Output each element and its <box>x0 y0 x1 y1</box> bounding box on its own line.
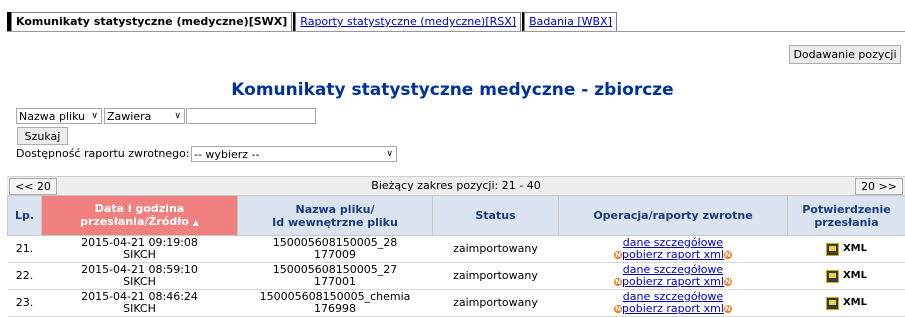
header-operations: Operacja/raporty zwrotne <box>558 195 788 236</box>
row-date-source: 2015-04-21 08:59:10 SIKCH <box>41 262 238 290</box>
row-lp: 22. <box>7 262 42 290</box>
row-operations: dane szczegółowe Npobierz raport xmlN <box>558 289 788 317</box>
download-xml-report-link[interactable]: pobierz raport xml <box>622 248 724 261</box>
header-file[interactable]: Nazwa pliku/ Id wewnętrzne pliku <box>237 195 433 236</box>
chevron-down-icon: ∨ <box>386 149 393 159</box>
table-header-row: Lp. Data i godzina przesłania/Źródło ▲ N… <box>7 195 905 236</box>
field-select[interactable]: Nazwa pliku ∨ <box>16 108 102 124</box>
computer-icon[interactable] <box>825 269 839 283</box>
row-source: SIKCH <box>123 302 156 315</box>
range-info: Bieżący zakres pozycji: 21 - 40 <box>371 179 541 192</box>
tab-bar-edge <box>7 12 9 31</box>
results-table: Lp. Data i godzina przesłania/Źródło ▲ N… <box>7 195 905 317</box>
operator-select[interactable]: Zawiera ∨ <box>104 108 185 124</box>
tab-divider <box>7 31 905 32</box>
operator-select-value: Zawiera <box>107 110 152 123</box>
row-status: zaimportowany <box>432 235 559 263</box>
header-confirmation: Potwierdzenie przesłania <box>787 195 905 236</box>
header-file-line2: Id wewnętrzne pliku <box>272 215 398 229</box>
search-button[interactable]: Szukaj <box>17 127 68 145</box>
return-report-label: Dostępność raportu zwrotnego: <box>16 147 190 160</box>
download-xml-report-link[interactable]: pobierz raport xml <box>622 302 724 315</box>
field-select-value: Nazwa pliku <box>19 110 86 123</box>
row-confirmation: XML <box>787 289 905 317</box>
next-page-button[interactable]: 20 >> <box>855 178 903 195</box>
row-status: zaimportowany <box>432 289 559 317</box>
xml-confirmation-link[interactable]: XML <box>843 270 867 281</box>
row-operations: dane szczegółowe Npobierz raport xmlN <box>558 235 788 263</box>
row-file-id: 177001 <box>314 275 356 288</box>
header-file-line1: Nazwa pliku/ <box>295 202 375 216</box>
row-file-id: 177009 <box>314 248 356 261</box>
return-report-select[interactable]: -- wybierz -- ∨ <box>191 146 397 162</box>
header-status[interactable]: Status <box>432 195 559 236</box>
row-file: 150005608150005_27 177001 <box>237 262 433 290</box>
row-operations: dane szczegółowe Npobierz raport xmlN <box>558 262 788 290</box>
row-date-source: 2015-04-21 08:46:24 SIKCH <box>41 289 238 317</box>
xml-confirmation-link[interactable]: XML <box>843 243 867 254</box>
row-lp: 21. <box>7 235 42 263</box>
chevron-down-icon: ∨ <box>91 111 98 121</box>
new-badge-icon: N <box>723 278 732 286</box>
new-badge-icon: N <box>723 251 732 259</box>
new-badge-icon: N <box>723 305 732 313</box>
sort-asc-icon: ▲ <box>192 218 199 227</box>
search-value-input[interactable] <box>186 108 316 124</box>
new-badge-icon: N <box>614 305 623 313</box>
header-confirm-line2: przesłania <box>814 215 879 229</box>
chevron-down-icon: ∨ <box>174 111 181 121</box>
tab-badania-wbx[interactable]: Badania [WBX] <box>524 12 617 31</box>
header-date-line1: Data i godzina <box>94 202 185 215</box>
table-row: 22. 2015-04-21 08:59:10 SIKCH 1500056081… <box>7 262 905 290</box>
new-badge-icon: N <box>614 251 623 259</box>
pager-bar: Bieżący zakres pozycji: 21 - 40 << 20 20… <box>7 176 905 196</box>
tab-raporty-rsx[interactable]: Raporty statystyczne (medyczne)[RSX] <box>295 12 522 31</box>
header-confirm-line1: Potwierdzenie <box>802 202 891 216</box>
computer-icon[interactable] <box>825 242 839 256</box>
prev-page-button[interactable]: << 20 <box>9 178 57 195</box>
row-date-source: 2015-04-21 09:19:08 SIKCH <box>41 235 238 263</box>
tab-komunikaty-swx[interactable]: Komunikaty statystyczne (medyczne)[SWX] <box>11 12 293 31</box>
row-status: zaimportowany <box>432 262 559 290</box>
tab-bar: Komunikaty statystyczne (medyczne)[SWX] … <box>7 12 620 31</box>
header-date-source[interactable]: Data i godzina przesłania/Źródło ▲ <box>41 195 238 236</box>
row-source: SIKCH <box>123 275 156 288</box>
header-lp: Lp. <box>7 195 42 236</box>
add-item-button[interactable]: Dodawanie pozycji <box>789 45 901 64</box>
computer-icon[interactable] <box>825 296 839 310</box>
row-confirmation: XML <box>787 262 905 290</box>
table-row: 21. 2015-04-21 09:19:08 SIKCH 1500056081… <box>7 235 905 263</box>
row-confirmation: XML <box>787 235 905 263</box>
return-report-select-value: -- wybierz -- <box>194 148 260 161</box>
page-title: Komunikaty statystyczne medyczne - zbior… <box>231 80 674 100</box>
header-date-line2: przesłania/Źródło <box>80 215 189 228</box>
new-badge-icon: N <box>614 278 623 286</box>
row-lp: 23. <box>7 289 42 317</box>
row-file: 150005608150005_28 177009 <box>237 235 433 263</box>
xml-confirmation-link[interactable]: XML <box>843 297 867 308</box>
row-file-id: 176998 <box>314 302 356 315</box>
row-file: 150005608150005_chemia 176998 <box>237 289 433 317</box>
row-source: SIKCH <box>123 248 156 261</box>
table-row: 23. 2015-04-21 08:46:24 SIKCH 1500056081… <box>7 289 905 317</box>
download-xml-report-link[interactable]: pobierz raport xml <box>622 275 724 288</box>
